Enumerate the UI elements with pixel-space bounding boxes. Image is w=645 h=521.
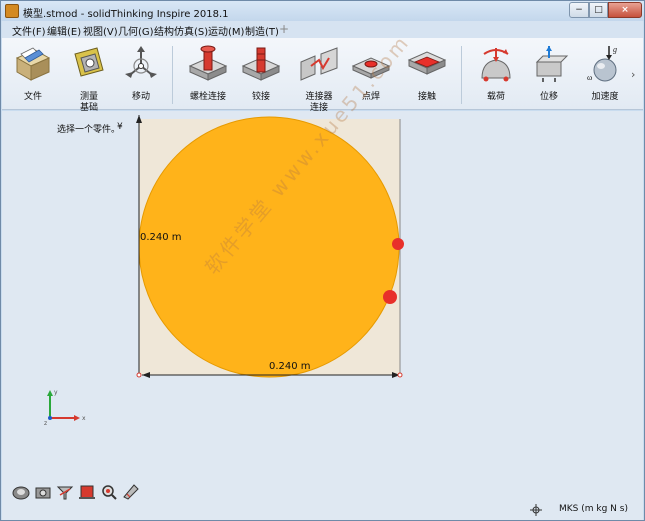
close-button[interactable]: ×	[608, 2, 642, 18]
menu-file[interactable]: 文件(F)	[12, 23, 46, 38]
connector-icon	[300, 47, 338, 81]
measure-distance-icon[interactable]	[122, 483, 140, 501]
tool-acceleration-label: 加速度	[591, 92, 619, 102]
axis-z-label: z	[44, 420, 47, 426]
tool-bolt-connection-label: 螺栓连接	[189, 92, 226, 102]
measure-icon	[74, 47, 104, 77]
corner-point-right[interactable]	[397, 372, 403, 378]
maximize-button[interactable]: □	[589, 2, 608, 18]
acceleration-icon: g ω	[587, 45, 617, 82]
menu-manufacture[interactable]: 制造(T)	[245, 23, 279, 38]
hinge-icon	[241, 47, 281, 81]
app-logo-icon	[5, 4, 19, 18]
menu-motion[interactable]: 运动(M)	[208, 23, 244, 38]
tool-displacement-label: 位移	[539, 92, 558, 102]
tool-hinge-label: 铰接	[251, 92, 270, 102]
modeling-canvas[interactable]: 选择一个零件。 ¥ 0.240 m 0.240 m 软件学堂 www.xue51…	[2, 30, 643, 510]
circular-part[interactable]	[138, 116, 400, 378]
corner-point-left[interactable]	[136, 372, 142, 378]
svg-text:ω: ω	[587, 73, 592, 82]
tool-acceleration[interactable]: g ω 加速度	[582, 40, 628, 108]
load-marker-upper[interactable]	[392, 238, 404, 250]
unit-system-selector[interactable]: MKS (m kg N s)	[559, 504, 628, 514]
toolbar-separator	[172, 46, 173, 104]
tool-load[interactable]: 载荷	[472, 40, 520, 108]
file-open-icon	[15, 47, 51, 81]
camera-view-icon[interactable]	[34, 483, 52, 501]
move-icon	[125, 46, 157, 78]
svg-text:g: g	[613, 45, 617, 54]
zoom-icon[interactable]	[100, 483, 118, 501]
menu-view[interactable]: 视图(V)	[83, 23, 118, 38]
axis-triad-icon: y x z	[44, 389, 86, 426]
view-style-icon[interactable]	[12, 483, 30, 501]
add-ribbon-tab-button[interactable]: +	[279, 22, 289, 36]
width-dimension-label[interactable]: 0.240 m	[269, 361, 311, 372]
menu-geometry[interactable]: 几何(G)	[118, 23, 154, 38]
model-view	[136, 115, 404, 378]
minimize-button[interactable]: −	[569, 2, 589, 18]
section-cut-icon[interactable]	[56, 483, 74, 501]
tool-displacement[interactable]: 位移	[526, 40, 572, 108]
display-toggle-icon[interactable]	[78, 483, 96, 501]
tool-move[interactable]: 移动	[118, 40, 164, 108]
ribbon-toolbar: 文件 测量 基础 移动 螺栓连接 铰接 连接器 连接 点焊 接触 载荷 位移 g…	[2, 38, 643, 113]
app-window: 模型.stmod - solidThinking Inspire 2018.1 …	[0, 0, 645, 521]
window-title: 模型.stmod - solidThinking Inspire 2018.1	[23, 9, 229, 20]
load-icon	[481, 48, 511, 82]
contact-icon	[407, 51, 447, 75]
menu-edit[interactable]: 编辑(E)	[47, 23, 81, 38]
crosshair-icon[interactable]	[530, 504, 542, 516]
axis-x-label: x	[82, 415, 86, 422]
load-marker-lower[interactable]	[383, 290, 397, 304]
tool-file-label: 文件	[23, 92, 42, 102]
tool-contact-label: 接触	[417, 92, 436, 102]
displacement-icon	[535, 46, 569, 82]
menu-bar: 文件(F) 编辑(E) 视图(V) 几何(G) 结构仿真(S) 运动(M) 制造…	[2, 21, 643, 40]
status-bar: MKS (m kg N s)	[2, 500, 643, 520]
title-bar: 模型.stmod - solidThinking Inspire 2018.1 …	[1, 1, 644, 21]
height-dimension-label[interactable]: 0.240 m	[140, 232, 182, 243]
tool-move-label: 移动	[131, 92, 150, 102]
axis-y-label: y	[54, 389, 58, 396]
tool-bolt-connection[interactable]: 螺栓连接	[182, 40, 234, 108]
tool-file[interactable]: 文件	[10, 40, 56, 108]
tool-measure[interactable]: 测量 基础	[66, 40, 112, 113]
bolt-connection-icon	[188, 45, 228, 81]
toolbar-separator	[461, 46, 462, 104]
tool-load-label: 载荷	[486, 92, 505, 102]
toolbar-scroll-right-button[interactable]: ›	[631, 68, 635, 81]
tool-hinge[interactable]: 铰接	[238, 40, 284, 108]
